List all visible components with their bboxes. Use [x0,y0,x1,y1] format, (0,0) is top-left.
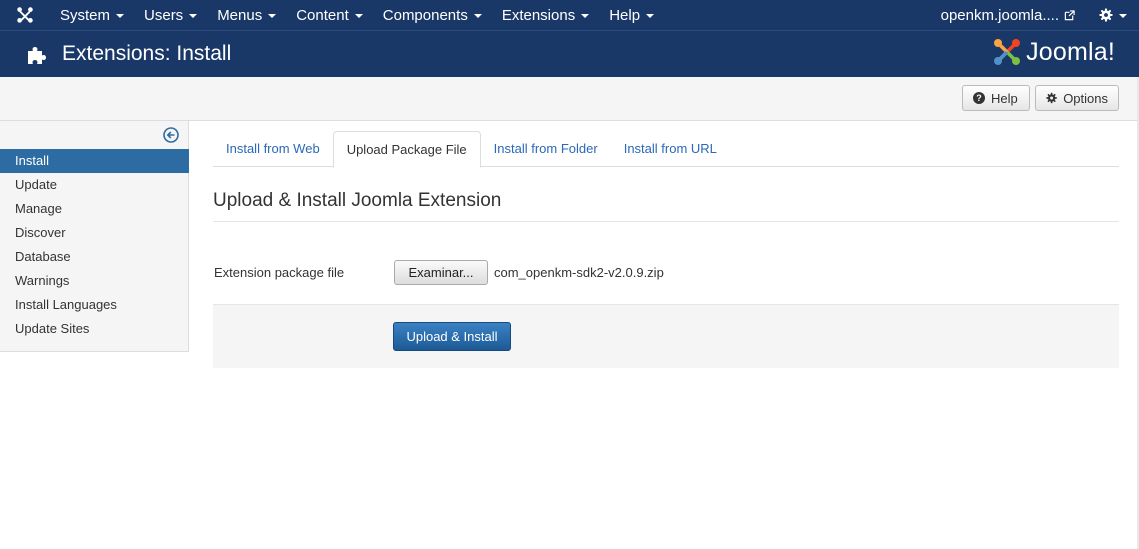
form-actions: Upload & Install [213,304,1119,368]
settings-menu[interactable] [1087,0,1139,30]
menu-label: Menus [217,6,263,24]
tab-upload-package-file[interactable]: Upload Package File [332,131,481,168]
menu-label: Content [296,6,349,24]
menu-users[interactable]: Users [134,0,207,30]
menu-label: Components [382,6,468,24]
options-button[interactable]: Options [1035,85,1119,111]
joomla-icon[interactable] [0,0,50,30]
sidebar-item-install[interactable]: Install [0,149,189,173]
caret-down-icon [473,14,482,18]
collapse-sidebar-icon[interactable] [163,127,179,143]
menu-label: System [60,6,111,24]
puzzle-icon [28,47,46,64]
sidebar-item-update-sites[interactable]: Update Sites [0,317,189,341]
sidebar-item-install-languages[interactable]: Install Languages [0,293,189,317]
sidebar-item-update[interactable]: Update [0,173,189,197]
menu-help[interactable]: Help [599,0,664,30]
joomla-logo-icon [994,39,1021,65]
external-link-icon [1064,9,1075,20]
caret-down-icon [354,14,363,18]
page-header: Extensions: Install Joomla! [0,30,1139,77]
menu-menus[interactable]: Menus [207,0,286,30]
menu-content[interactable]: Content [286,0,373,30]
upload-install-button[interactable]: Upload & Install [393,322,511,351]
sidebar: Install Update Manage Discover Database … [0,121,189,352]
caret-down-icon [1119,14,1127,18]
divider [213,221,1119,222]
menu-label: Users [144,6,184,24]
sidebar-item-manage[interactable]: Manage [0,197,189,221]
browse-file-button[interactable]: Examinar... [394,260,488,285]
section-title: Upload & Install Joomla Extension [213,190,502,211]
menu-label: Extensions [501,6,576,24]
help-label: Help [991,90,1018,106]
svg-text:?: ? [976,93,982,103]
options-label: Options [1063,90,1108,106]
toolbar: ? Help Options [0,77,1139,121]
sidebar-item-database[interactable]: Database [0,245,189,269]
question-circle-icon: ? [973,92,985,104]
tab-install-from-url[interactable]: Install from URL [611,131,730,167]
caret-down-icon [268,14,277,18]
menu-system[interactable]: System [50,0,134,30]
brand-text: Joomla! [1026,37,1115,66]
extension-package-label: Extension package file [214,265,345,280]
menu-label: Help [609,6,641,24]
gear-icon [1099,8,1113,22]
sidebar-item-discover[interactable]: Discover [0,221,189,245]
site-link[interactable]: openkm.joomla.... [929,0,1087,30]
top-navbar: System Users Menus Content Components Ex… [0,0,1139,30]
sidebar-item-warnings[interactable]: Warnings [0,269,189,293]
selected-file-name: com_openkm-sdk2-v2.0.9.zip [494,265,664,280]
caret-down-icon [116,14,125,18]
install-tabs: Install from Web Upload Package File Ins… [213,131,1119,168]
tab-install-from-web[interactable]: Install from Web [213,131,333,167]
page-title: Extensions: Install [62,42,232,65]
caret-down-icon [646,14,655,18]
caret-down-icon [581,14,590,18]
main-menu: System Users Menus Content Components Ex… [50,0,664,30]
menu-extensions[interactable]: Extensions [492,0,599,30]
gear-icon [1046,92,1057,104]
caret-down-icon [189,14,198,18]
site-link-label: openkm.joomla.... [940,6,1059,24]
navbar-right: openkm.joomla.... [929,0,1139,30]
help-button[interactable]: ? Help [962,85,1030,111]
joomla-brand: Joomla! [992,37,1115,67]
menu-components[interactable]: Components [373,0,492,30]
tab-install-from-folder[interactable]: Install from Folder [481,131,611,167]
sidebar-list: Install Update Manage Discover Database … [0,149,189,341]
